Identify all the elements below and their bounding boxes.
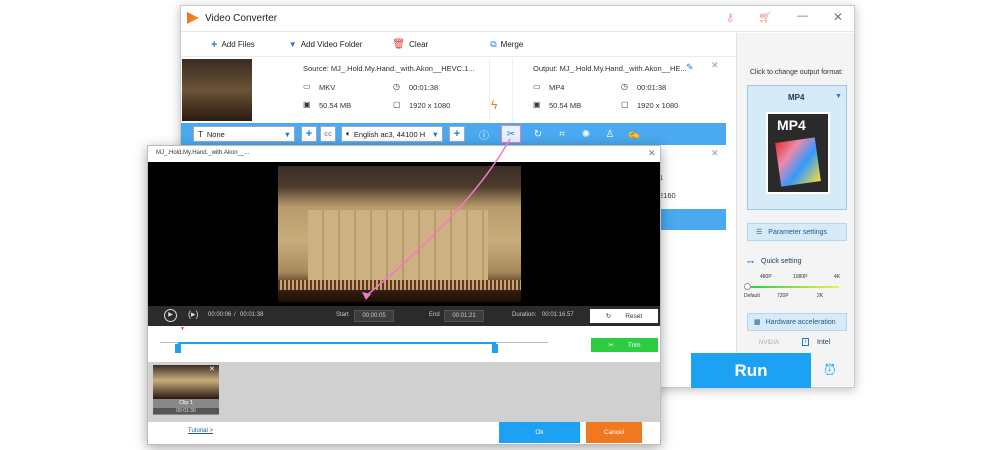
callout-arrow-line [365,138,511,297]
callout-arrow [362,138,511,300]
